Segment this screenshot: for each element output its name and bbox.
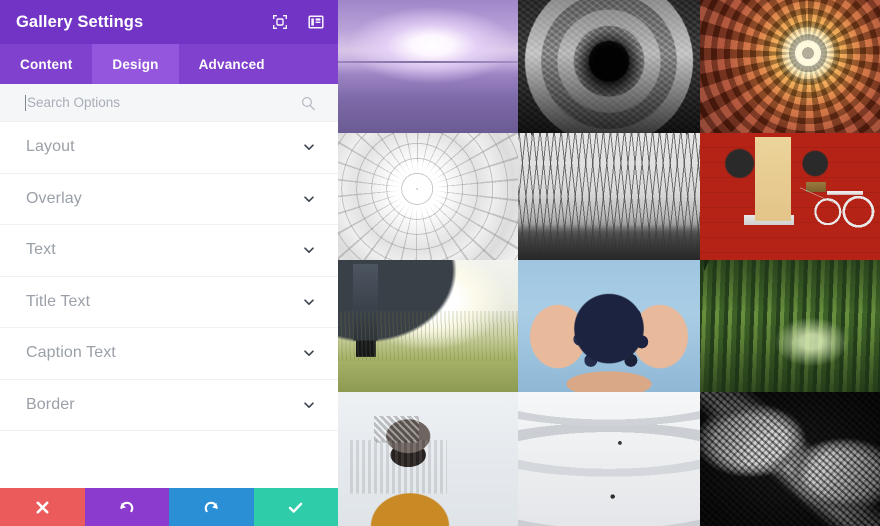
search-input[interactable]: [0, 83, 270, 122]
chevron-down-icon: [304, 350, 314, 357]
gallery-image-bridge: [518, 133, 700, 260]
panel-header-actions: [272, 0, 324, 44]
gallery-image-beanie: [338, 392, 518, 526]
settings-sidebar: Gallery Settings Content Design Advanced: [0, 0, 338, 526]
section-label: Layout: [26, 138, 75, 156]
checkmark-icon: [289, 502, 303, 513]
gallery-image-arch: [518, 0, 700, 133]
section-label: Border: [26, 395, 75, 413]
gallery-item[interactable]: [518, 260, 700, 392]
panel-layout-icon[interactable]: [308, 14, 324, 30]
undo-icon: [120, 501, 134, 512]
gallery-item[interactable]: [338, 0, 518, 133]
sidebar-item-overlay[interactable]: Overlay: [0, 173, 338, 225]
chevron-down-icon: [304, 247, 314, 254]
gallery-item[interactable]: [700, 260, 880, 392]
text-caret: [25, 95, 26, 111]
redo-icon: [204, 501, 218, 512]
tab-content[interactable]: Content: [0, 44, 92, 84]
gallery-item[interactable]: [700, 0, 880, 133]
focus-target-icon[interactable]: [272, 14, 288, 30]
sidebar-item-layout[interactable]: Layout: [0, 122, 338, 174]
sidebar-item-text[interactable]: Text: [0, 225, 338, 277]
panel-header: Gallery Settings: [0, 0, 338, 44]
gallery-image-reddoor: [700, 133, 880, 260]
search-icon[interactable]: [301, 96, 316, 111]
section-label: Text: [26, 241, 56, 259]
gallery-item[interactable]: [700, 392, 880, 526]
sidebar-item-title-text[interactable]: Title Text: [0, 276, 338, 328]
sidebar-item-border[interactable]: Border: [0, 379, 338, 431]
chevron-down-icon: [304, 196, 314, 202]
redo-button[interactable]: [169, 488, 254, 526]
settings-sections: Layout Overlay Text Title Text Caption T…: [0, 122, 338, 488]
gallery-grid: [338, 0, 880, 526]
chevron-down-icon: [304, 402, 314, 408]
section-label: Caption Text: [26, 344, 116, 362]
gallery-image-library: [700, 0, 880, 133]
gallery-item[interactable]: [518, 0, 700, 133]
cancel-button[interactable]: [0, 488, 85, 526]
save-button[interactable]: [253, 488, 338, 526]
search-options-bar: [0, 83, 338, 122]
section-label: Title Text: [26, 292, 91, 310]
settings-tabs: Content Design Advanced: [0, 44, 338, 84]
gallery-settings-screen: Gallery Settings Content Design Advanced: [0, 0, 880, 526]
gallery-image-skylight: [338, 133, 518, 260]
section-label: Overlay: [26, 189, 82, 207]
tab-advanced[interactable]: Advanced: [179, 44, 285, 84]
gallery-item[interactable]: [700, 133, 880, 260]
gallery-image-sunset: [338, 0, 518, 133]
gallery-image-grapes: [518, 260, 700, 392]
gallery-image-field: [338, 260, 518, 392]
gallery-item[interactable]: [518, 392, 700, 526]
gallery-image-vault: [700, 392, 880, 526]
gallery-image-spiral: [518, 392, 700, 526]
panel-action-bar: [0, 488, 338, 526]
gallery-item[interactable]: [338, 133, 518, 260]
close-icon: [36, 501, 49, 513]
sidebar-item-caption-text[interactable]: Caption Text: [0, 328, 338, 380]
undo-button[interactable]: [84, 488, 169, 526]
page-title: Gallery Settings: [16, 12, 144, 31]
tab-design[interactable]: Design: [92, 44, 179, 84]
gallery-item[interactable]: [338, 260, 518, 392]
gallery-item[interactable]: [518, 133, 700, 260]
gallery-item[interactable]: [338, 392, 518, 526]
gallery-image-bamboo: [700, 260, 880, 392]
chevron-down-icon: [304, 144, 314, 151]
chevron-down-icon: [304, 299, 314, 305]
